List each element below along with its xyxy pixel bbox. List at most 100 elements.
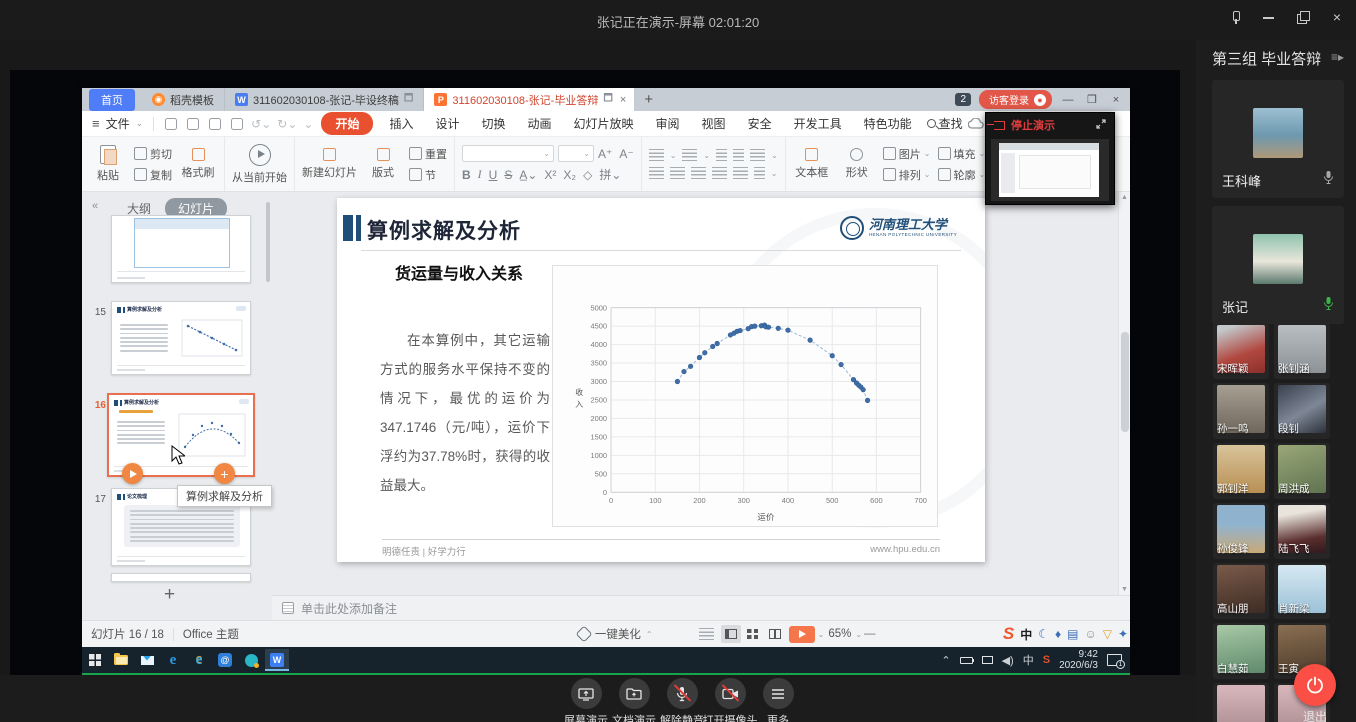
zoom-level[interactable]: 65%	[828, 628, 851, 640]
strikethrough-button[interactable]: S	[504, 168, 512, 182]
menu-tab-slideshow[interactable]: 幻灯片放映	[563, 115, 645, 132]
tab-writer-doc[interactable]: W 311602030108-张记-毕设终稿 🗖	[225, 88, 424, 111]
soft-keyboard-icon[interactable]: ▤	[1067, 627, 1078, 641]
layout-button[interactable]: 版式	[364, 148, 402, 180]
ime-tray-icon[interactable]: 中	[1023, 652, 1034, 668]
slide-thumbnail-18-partial[interactable]	[111, 573, 251, 582]
expand-icon[interactable]	[1096, 119, 1106, 132]
minimize-button[interactable]	[1262, 10, 1276, 24]
text-direction-icon[interactable]	[750, 149, 765, 161]
menu-tab-devtools[interactable]: 开发工具	[783, 115, 853, 132]
slide-scrollbar[interactable]: ▲ ▼	[1118, 192, 1130, 595]
exit-meeting-button[interactable]: 退出	[1294, 664, 1336, 722]
menu-tab-review[interactable]: 审阅	[645, 115, 691, 132]
window-count-badge[interactable]: 2	[955, 93, 971, 106]
reader-app-icon[interactable]: @	[213, 649, 237, 671]
menu-tab-features[interactable]: 特色功能	[853, 115, 923, 132]
participant-tile[interactable]: 孙俊锋	[1213, 503, 1269, 559]
font-size-select[interactable]: ⌄	[558, 145, 594, 162]
close-tab-icon[interactable]: ×	[620, 94, 626, 106]
play-from-current-button[interactable]: 从当前开始	[232, 144, 287, 185]
participant-tile[interactable]: 段钊	[1274, 383, 1330, 439]
new-tab-button[interactable]: +	[644, 91, 653, 108]
font-increase-icon[interactable]: A⁺	[598, 147, 612, 161]
font-color-button[interactable]: A̲⌄	[519, 168, 537, 182]
wps-close-button[interactable]: ×	[1108, 94, 1124, 106]
voice-input-icon[interactable]: ♦	[1055, 627, 1061, 641]
cut-button[interactable]: 剪切	[134, 146, 172, 162]
print-preview-icon[interactable]	[231, 118, 243, 130]
slide-thumbnail-14[interactable]	[111, 215, 251, 283]
edge-icon[interactable]: e	[161, 649, 185, 671]
battery-icon[interactable]	[960, 657, 973, 664]
action-center-icon[interactable]: 1	[1107, 654, 1122, 666]
volume-icon[interactable]: ◀)	[1002, 654, 1014, 667]
more-button[interactable]: 更多	[754, 678, 802, 722]
stop-presenting-button[interactable]: 停止演示	[986, 113, 1114, 137]
slide-sorter-view-button[interactable]	[743, 625, 763, 643]
align-right-icon[interactable]	[691, 167, 706, 179]
wps-restore-button[interactable]: ❐	[1084, 93, 1100, 106]
print-icon[interactable]	[209, 118, 221, 130]
phonetic-guide-icon[interactable]: 拼⌄	[599, 166, 621, 183]
toolbar-more-icon[interactable]: ⌄	[303, 117, 313, 131]
normal-view-button[interactable]	[721, 625, 741, 643]
align-left-icon[interactable]	[649, 167, 664, 179]
wps-minimize-button[interactable]: —	[1060, 94, 1076, 106]
tab-home[interactable]: 首页	[89, 89, 135, 111]
arrange-button[interactable]: 排列⌄	[883, 167, 931, 183]
participant-tile[interactable]: 白慧茹	[1213, 623, 1269, 679]
participant-tile[interactable]: 宋晖颖	[1213, 323, 1269, 379]
underline-button[interactable]: U	[489, 168, 498, 182]
participant-tile[interactable]: 肖新梁	[1274, 563, 1330, 619]
pin-icon[interactable]	[1228, 10, 1242, 24]
participant-tile[interactable]: 周洪成	[1274, 443, 1330, 499]
mail-icon[interactable]	[135, 649, 159, 671]
increase-indent-icon[interactable]	[733, 149, 744, 161]
mic-active-icon[interactable]	[1323, 296, 1334, 316]
superscript-button[interactable]: X²	[544, 168, 556, 182]
mic-muted-icon[interactable]	[1323, 170, 1334, 190]
picture-button[interactable]: 图片⌄	[883, 146, 931, 162]
beautify-button[interactable]: 一键美化 ⌃	[578, 626, 653, 642]
reading-view-button[interactable]	[765, 625, 785, 643]
hidden-icons-chevron[interactable]: ⌃	[941, 654, 950, 667]
subscript-button[interactable]: X₂	[563, 168, 576, 182]
file-explorer-icon[interactable]	[109, 649, 133, 671]
copy-button[interactable]: 复制	[134, 167, 172, 183]
slide-thumbnail-15[interactable]: 算例求解及分析	[111, 301, 251, 375]
new-slide-button[interactable]: 新建幻灯片	[302, 148, 357, 180]
panel-scrollbar[interactable]	[266, 202, 270, 282]
night-mode-icon[interactable]: ☾	[1038, 627, 1049, 641]
wps-taskbar-icon[interactable]: W	[265, 649, 289, 671]
save-icon[interactable]	[165, 118, 177, 130]
font-name-select[interactable]: ⌄	[462, 145, 554, 162]
camera-button[interactable]: 打开摄像头	[706, 678, 754, 722]
browser-app-icon[interactable]	[239, 649, 263, 671]
find-button[interactable]: 查找	[927, 115, 963, 132]
format-painter-button[interactable]: 格式刷	[179, 148, 217, 180]
menu-tab-insert[interactable]: 插入	[378, 115, 424, 132]
toolbox-icon[interactable]: ✦	[1118, 627, 1128, 641]
font-decrease-icon[interactable]: A⁻	[619, 147, 633, 161]
bold-button[interactable]: B	[462, 168, 471, 182]
fill-button[interactable]: 填充⌄	[938, 146, 986, 162]
align-center-icon[interactable]	[670, 167, 685, 179]
layout-switch-icon[interactable]: ≡▸	[1331, 50, 1344, 64]
line-spacing-icon[interactable]	[754, 167, 765, 179]
internet-explorer-icon[interactable]: e	[187, 649, 211, 671]
restore-button[interactable]	[1296, 10, 1310, 24]
outline-button[interactable]: 轮廓⌄	[938, 167, 986, 183]
thumbnail-add-button[interactable]: +	[214, 463, 235, 484]
undo-icon[interactable]: ↺⌄	[251, 117, 271, 131]
participant-tile-large[interactable]: 张记	[1212, 206, 1344, 324]
menu-tab-transition[interactable]: 切换	[470, 115, 516, 132]
distribute-icon[interactable]	[733, 167, 748, 179]
decrease-indent-icon[interactable]	[716, 149, 727, 161]
unmute-button[interactable]: 解除静音	[658, 678, 706, 722]
italic-button[interactable]: I	[478, 167, 482, 182]
display-icon[interactable]	[982, 656, 993, 664]
menu-tab-security[interactable]: 安全	[737, 115, 783, 132]
participant-tile[interactable]: 孙一鸣	[1213, 383, 1269, 439]
menu-icon[interactable]: ≡	[92, 116, 100, 131]
